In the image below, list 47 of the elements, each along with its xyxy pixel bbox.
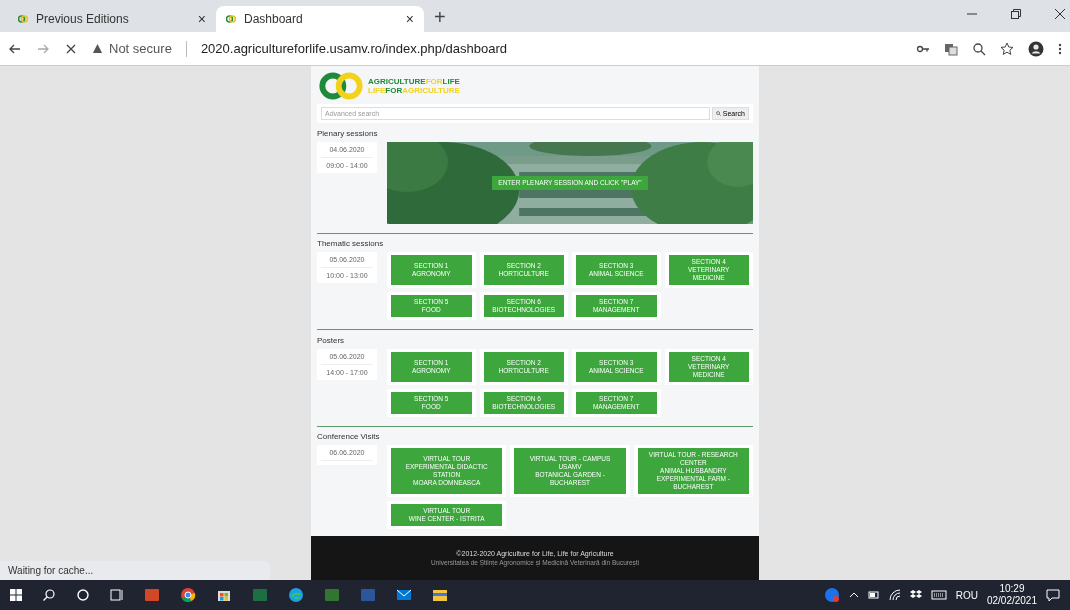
close-tab-button[interactable]: ×	[405, 11, 414, 27]
language-indicator[interactable]: ROU	[955, 589, 978, 601]
browser-tab[interactable]: Dashboard ×	[216, 6, 424, 32]
clock-time[interactable]: 10:29	[999, 583, 1025, 595]
warning-icon[interactable]	[92, 43, 103, 54]
close-icon[interactable]	[1054, 8, 1066, 20]
windows-icon[interactable]	[10, 589, 22, 601]
zoom-icon[interactable]	[972, 41, 986, 56]
logo-text: AGRICULTURE	[402, 86, 460, 95]
keyboard-icon[interactable]	[930, 589, 947, 601]
dropbox-icon[interactable]	[909, 589, 922, 601]
browser-tab[interactable]: Previous Editions ×	[8, 6, 216, 32]
chevron-up-icon[interactable]	[848, 590, 859, 600]
logo-text: LIFE	[442, 77, 460, 86]
tab-title: Previous Editions	[36, 12, 130, 26]
folder-icon[interactable]	[432, 587, 448, 603]
url-field[interactable]: 2020.agricultureforlife.usamv.ro/index.php/dashboard	[200, 41, 508, 56]
chrome-icon[interactable]	[180, 587, 196, 603]
logo-text: AGRICULTURE	[368, 77, 426, 86]
tab-title: Dashboard	[244, 12, 304, 26]
logo-icon[interactable]	[317, 72, 365, 100]
battery-icon[interactable]	[867, 590, 880, 600]
search-icon	[715, 111, 721, 116]
search-icon[interactable]	[42, 588, 56, 602]
menu-icon[interactable]	[1058, 41, 1062, 56]
logo-text: FOR	[425, 77, 443, 86]
restore-icon[interactable]	[1010, 8, 1022, 20]
star-icon[interactable]	[1000, 41, 1014, 56]
profile-icon[interactable]	[1028, 40, 1044, 57]
task-view-icon[interactable]	[110, 588, 124, 602]
wifi-icon[interactable]	[888, 589, 901, 601]
section-heading: Conference Visits	[316, 431, 381, 441]
close-tab-button[interactable]: ×	[197, 11, 206, 27]
new-tab-button[interactable]: +	[424, 6, 456, 32]
section-heading: Plenary sessions	[316, 128, 379, 138]
clock-date[interactable]: 02/02/2021	[986, 595, 1037, 607]
security-label[interactable]: Not secure	[109, 41, 172, 56]
status-bubble: Waiting for cache...	[0, 561, 270, 580]
logo-text: LIFE	[368, 86, 386, 95]
cortana-icon[interactable]	[76, 588, 90, 602]
translate-icon[interactable]	[944, 41, 958, 56]
notification-icon[interactable]	[1046, 588, 1060, 602]
edge-icon[interactable]	[288, 587, 304, 603]
section-heading: Thematic sessions	[316, 238, 385, 249]
section-heading: Posters	[316, 334, 346, 345]
mail-icon[interactable]	[396, 587, 412, 603]
logo-text: FOR	[385, 86, 403, 95]
